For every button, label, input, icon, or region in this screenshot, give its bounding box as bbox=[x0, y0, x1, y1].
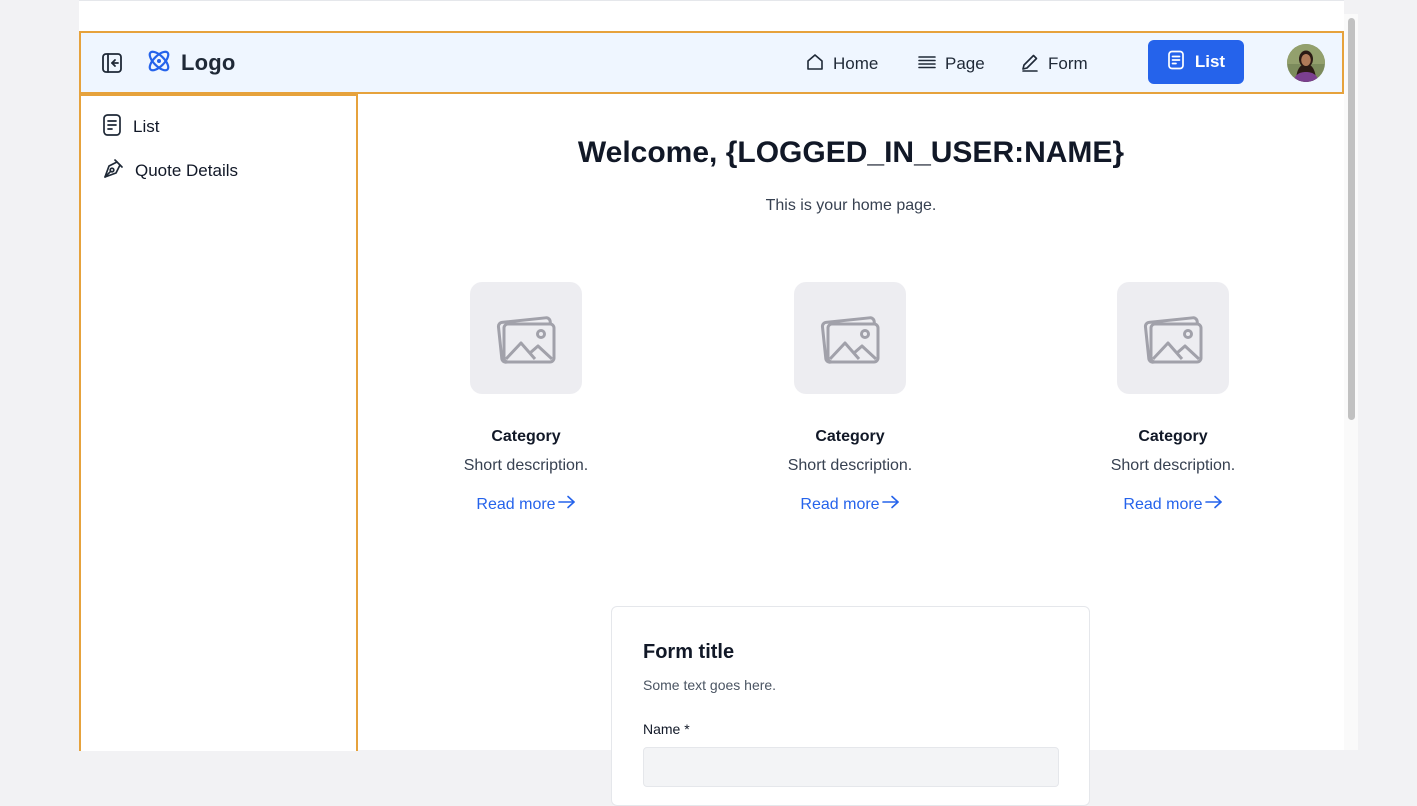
form-description: Some text goes here. bbox=[643, 677, 777, 693]
form-card: Form title Some text goes here. Name * bbox=[611, 606, 1090, 806]
brand-name: Logo bbox=[181, 50, 236, 75]
category-card: Category Short description. Read more bbox=[750, 282, 950, 514]
read-more-link[interactable]: Read more bbox=[1123, 495, 1222, 514]
app-window: Logo Home Page Form List List Quote Deta… bbox=[79, 0, 1344, 806]
lines-icon bbox=[917, 52, 937, 77]
main-content: Welcome, {LOGGED_IN_USER:NAME} This is y… bbox=[358, 94, 1344, 806]
read-more-label: Read more bbox=[800, 495, 880, 513]
sidebar-item-label: List bbox=[133, 117, 160, 136]
document-icon bbox=[1167, 50, 1185, 75]
name-input[interactable] bbox=[643, 747, 1059, 787]
top-navbar: Logo Home Page Form List bbox=[79, 31, 1344, 94]
card-title: Category bbox=[491, 428, 561, 445]
nav-list-button[interactable]: List bbox=[1148, 40, 1244, 84]
read-more-link[interactable]: Read more bbox=[800, 495, 899, 514]
image-placeholder-icon bbox=[470, 282, 582, 394]
sidebar-item-list[interactable]: List bbox=[101, 113, 160, 142]
nav-home-label: Home bbox=[833, 54, 879, 73]
brand-logo[interactable]: Logo bbox=[145, 47, 236, 79]
arrow-right-icon bbox=[1204, 495, 1223, 514]
page-title: Welcome, {LOGGED_IN_USER:NAME} bbox=[577, 136, 1125, 169]
card-title: Category bbox=[1138, 428, 1208, 445]
nav-page-link[interactable]: Page bbox=[917, 51, 985, 77]
nav-page-label: Page bbox=[945, 54, 985, 73]
arrow-right-icon bbox=[881, 495, 900, 514]
card-title: Category bbox=[815, 428, 885, 445]
nav-form-link[interactable]: Form bbox=[1020, 51, 1088, 77]
card-description: Short description. bbox=[787, 457, 913, 474]
home-icon bbox=[805, 52, 825, 77]
sidebar-item-label: Quote Details bbox=[135, 161, 238, 180]
page-subtitle: This is your home page. bbox=[765, 197, 937, 214]
sidebar-item-quote-details[interactable]: Quote Details bbox=[101, 158, 238, 184]
arrow-right-icon bbox=[557, 495, 576, 514]
pen-nib-icon bbox=[101, 157, 125, 186]
card-description: Short description. bbox=[1110, 457, 1236, 474]
image-placeholder-icon bbox=[794, 282, 906, 394]
document-icon bbox=[101, 113, 123, 142]
image-placeholder-icon bbox=[1117, 282, 1229, 394]
scrollbar-thumb[interactable] bbox=[1348, 18, 1355, 420]
read-more-link[interactable]: Read more bbox=[476, 495, 575, 514]
nav-home-link[interactable]: Home bbox=[805, 51, 878, 77]
nav-list-label: List bbox=[1194, 52, 1226, 71]
name-field-label: Name * bbox=[643, 721, 690, 737]
category-card: Category Short description. Read more bbox=[1073, 282, 1273, 514]
pen-icon bbox=[1020, 52, 1040, 77]
card-description: Short description. bbox=[463, 457, 589, 474]
sidebar: List Quote Details bbox=[79, 94, 358, 751]
form-title: Form title bbox=[643, 641, 735, 663]
read-more-label: Read more bbox=[476, 495, 556, 513]
read-more-label: Read more bbox=[1123, 495, 1203, 513]
category-card: Category Short description. Read more bbox=[426, 282, 626, 514]
user-avatar[interactable] bbox=[1287, 44, 1325, 82]
atom-logo-icon bbox=[145, 47, 173, 80]
sidebar-collapse-icon[interactable] bbox=[101, 52, 123, 74]
nav-form-label: Form bbox=[1048, 54, 1088, 73]
